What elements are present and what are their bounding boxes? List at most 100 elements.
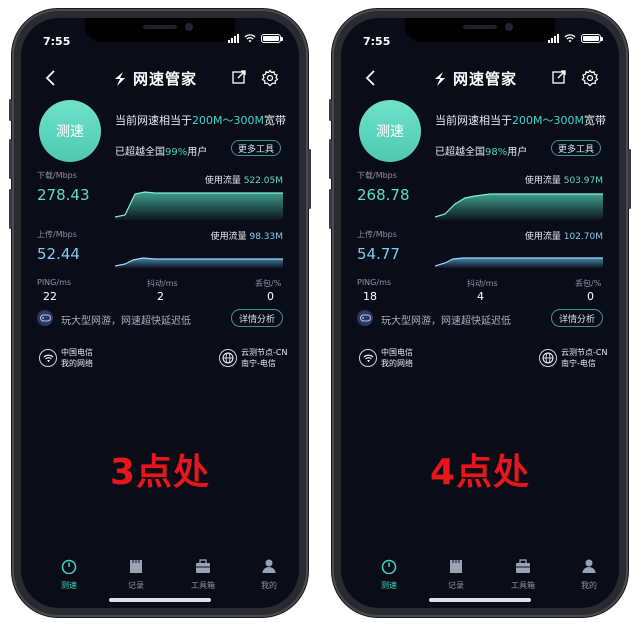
- gear-icon[interactable]: [581, 69, 599, 87]
- logo-icon: [435, 71, 445, 86]
- game-suggestion-row: 玩大型网游，网速超快延迟低 详情分析: [37, 308, 285, 330]
- tab-speed[interactable]: 测速: [49, 558, 89, 591]
- record-tab-icon: [450, 560, 462, 573]
- app-logo: 网速管家: [431, 68, 517, 89]
- cellular-signal-icon: [548, 34, 559, 43]
- app-title: 网速管家: [133, 70, 198, 88]
- upload-usage: 使用流量 102.70M: [524, 232, 603, 242]
- download-label: 下载/Mbps: [357, 171, 397, 180]
- loss-label: 丢包/%: [255, 279, 282, 288]
- test-node-info: 云测节点-CN 南宁-电信: [241, 348, 288, 368]
- beat-national-text: 已超越全国98%用户: [435, 147, 528, 158]
- upload-label: 上传/Mbps: [37, 230, 77, 239]
- speed-equivalent-text: 当前网速相当于200M～300M宽带: [115, 114, 286, 127]
- volume-up-button: [329, 139, 332, 179]
- speed-test-button[interactable]: 测速: [359, 100, 421, 162]
- ping-label: PING/ms: [357, 278, 392, 287]
- share-icon[interactable]: [551, 69, 567, 85]
- gamepad-icon: [357, 310, 373, 326]
- speed-equivalent-text: 当前网速相当于200M～300M宽带: [435, 114, 606, 127]
- status-icons: [548, 34, 603, 43]
- game-suggestion-row: 玩大型网游，网速超快延迟低 详情分析: [357, 308, 605, 330]
- tab-bar: 测速 记录 工具箱 我的: [341, 558, 619, 598]
- download-chart: [435, 193, 603, 220]
- speed-test-button[interactable]: 测速: [39, 100, 101, 162]
- tab-toolbox[interactable]: 工具箱: [503, 558, 543, 591]
- mute-switch: [9, 99, 12, 121]
- tab-records[interactable]: 记录: [436, 558, 476, 591]
- phone-frame-left: 7:55 网速管家 测速 当前网速相当于200M～300M宽带 已超越全国99%…: [9, 9, 311, 617]
- logo-icon: [115, 71, 125, 86]
- ping-label: PING/ms: [37, 278, 72, 287]
- loss-value: 0: [267, 290, 274, 303]
- notch: [85, 18, 235, 42]
- share-icon[interactable]: [231, 69, 247, 85]
- ping-value: 18: [363, 290, 377, 303]
- my-network-info: 中国电信 我的网络: [381, 348, 413, 368]
- tab-toolbox[interactable]: 工具箱: [183, 558, 223, 591]
- back-icon[interactable]: [363, 68, 379, 88]
- record-tab-icon: [130, 560, 142, 573]
- app-title: 网速管家: [453, 70, 518, 88]
- back-icon[interactable]: [43, 68, 59, 88]
- tab-records[interactable]: 记录: [116, 558, 156, 591]
- screen: 7:55 网速管家 测速 当前网速相当于200M～300M宽带 已超越全国98%…: [341, 18, 619, 608]
- profile-tab-icon: [262, 559, 276, 573]
- gear-icon[interactable]: [261, 69, 279, 87]
- status-time: 7:55: [363, 35, 391, 48]
- loss-label: 丢包/%: [575, 279, 602, 288]
- wifi-status-icon: [244, 34, 256, 43]
- speed-tab-icon: [381, 559, 397, 575]
- power-button: [628, 149, 631, 209]
- status-time: 7:55: [43, 35, 71, 48]
- volume-up-button: [9, 139, 12, 179]
- upload-usage: 使用流量 98.33M: [210, 232, 283, 242]
- game-suggestion-text: 玩大型网游，网速超快延迟低: [381, 316, 511, 327]
- battery-icon: [261, 34, 283, 43]
- upload-chart: [435, 257, 603, 268]
- tab-bar: 测速 记录 工具箱 我的: [21, 558, 299, 598]
- download-chart: [115, 191, 283, 220]
- time-caption: 3点处: [109, 452, 211, 493]
- details-button[interactable]: 详情分析: [231, 309, 283, 327]
- download-value: 278.43: [37, 186, 90, 204]
- screen: 7:55 网速管家 测速 当前网速相当于200M～300M宽带 已超越全国99%…: [21, 18, 299, 608]
- app-logo: 网速管家: [111, 68, 197, 89]
- time-caption: 4点处: [429, 452, 531, 493]
- volume-down-button: [329, 189, 332, 229]
- upload-label: 上传/Mbps: [357, 230, 397, 239]
- ping-value: 22: [43, 290, 57, 303]
- toolbox-tab-icon: [516, 559, 530, 573]
- globe-icon: [219, 349, 237, 367]
- loss-value: 0: [587, 290, 594, 303]
- nav-bar: 网速管家: [21, 66, 299, 90]
- globe-icon: [539, 349, 557, 367]
- status-icons: [228, 34, 283, 43]
- jitter-label: 抖动/ms: [147, 279, 178, 288]
- upload-value: 52.44: [37, 245, 80, 263]
- wifi-icon: [39, 349, 57, 367]
- more-tools-button[interactable]: 更多工具: [231, 140, 281, 156]
- download-label: 下载/Mbps: [37, 171, 77, 180]
- cellular-signal-icon: [228, 34, 239, 43]
- tab-speed[interactable]: 测速: [369, 558, 409, 591]
- phone-frame-right: 7:55 网速管家 测速 当前网速相当于200M～300M宽带 已超越全国98%…: [329, 9, 631, 617]
- home-indicator[interactable]: [109, 598, 211, 602]
- more-tools-button[interactable]: 更多工具: [551, 140, 601, 156]
- details-button[interactable]: 详情分析: [551, 309, 603, 327]
- upload-value: 54.77: [357, 245, 400, 263]
- mute-switch: [329, 99, 332, 121]
- nav-bar: 网速管家: [341, 66, 619, 90]
- power-button: [308, 149, 311, 209]
- jitter-value: 2: [157, 290, 164, 303]
- home-indicator[interactable]: [429, 598, 531, 602]
- toolbox-tab-icon: [196, 559, 210, 573]
- jitter-label: 抖动/ms: [467, 279, 498, 288]
- wifi-status-icon: [564, 34, 576, 43]
- speed-tab-icon: [61, 559, 77, 575]
- tab-profile[interactable]: 我的: [249, 558, 289, 591]
- game-suggestion-text: 玩大型网游，网速超快延迟低: [61, 316, 191, 327]
- profile-tab-icon: [582, 559, 596, 573]
- gamepad-icon: [37, 310, 53, 326]
- tab-profile[interactable]: 我的: [569, 558, 609, 591]
